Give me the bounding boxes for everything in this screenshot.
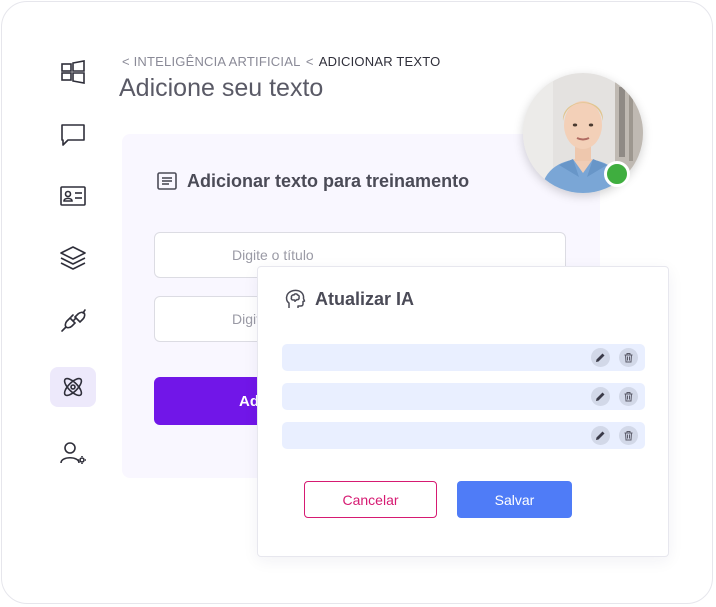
sidebar-item-integrations[interactable]	[50, 300, 96, 340]
update-ai-modal: Atualizar IA Cancelar Salvar	[257, 266, 669, 557]
pencil-icon	[596, 353, 605, 362]
update-ai-header: Atualizar IA	[284, 288, 414, 310]
edit-button[interactable]	[591, 348, 610, 367]
cancel-button[interactable]: Cancelar	[304, 481, 437, 518]
save-button[interactable]: Salvar	[457, 481, 572, 518]
sidebar-item-ai[interactable]	[50, 367, 96, 407]
page-title: Adicione seu texto	[119, 74, 324, 102]
plug-icon	[61, 309, 86, 332]
avatar-container	[523, 73, 643, 193]
breadcrumb-current: ADICIONAR TEXTO	[318, 54, 441, 69]
ia-entry-row[interactable]	[282, 383, 645, 410]
sidebar-item-dashboard[interactable]	[50, 52, 96, 92]
update-ai-title: Atualizar IA	[315, 288, 415, 309]
chat-icon	[61, 124, 85, 146]
pencil-icon	[596, 392, 605, 401]
training-card-title: Adicionar texto para treinamento	[187, 170, 470, 191]
edit-button[interactable]	[591, 387, 610, 406]
dashboard-icon	[61, 60, 85, 84]
document-lines-icon	[157, 172, 177, 190]
delete-button[interactable]	[619, 348, 638, 367]
user-settings-icon	[60, 442, 86, 464]
sidebar-item-user-settings[interactable]	[50, 433, 96, 473]
delete-button[interactable]	[619, 387, 638, 406]
contact-card-icon	[60, 186, 86, 206]
breadcrumb: < INTELIGÊNCIA ARTIFICIAL < ADICIONAR TE…	[122, 54, 440, 69]
brain-head-icon	[285, 289, 306, 308]
sidebar-item-layers[interactable]	[50, 238, 96, 278]
edit-button[interactable]	[591, 426, 610, 445]
delete-button[interactable]	[619, 426, 638, 445]
breadcrumb-separator: <	[305, 54, 314, 69]
layers-icon	[60, 246, 86, 270]
app-window: < INTELIGÊNCIA ARTIFICIAL < ADICIONAR TE…	[1, 1, 713, 604]
pencil-icon	[596, 431, 605, 440]
sidebar-item-chat[interactable]	[50, 115, 96, 155]
online-status-dot	[604, 161, 630, 187]
atom-icon	[63, 377, 83, 397]
trash-icon	[624, 392, 633, 402]
breadcrumb-parent[interactable]: < INTELIGÊNCIA ARTIFICIAL	[122, 54, 300, 69]
training-card-header: Adicionar texto para treinamento	[156, 170, 469, 192]
trash-icon	[624, 353, 633, 363]
ia-entry-row[interactable]	[282, 344, 645, 371]
ia-entry-row[interactable]	[282, 422, 645, 449]
trash-icon	[624, 431, 633, 441]
sidebar-item-contacts[interactable]	[50, 176, 96, 216]
